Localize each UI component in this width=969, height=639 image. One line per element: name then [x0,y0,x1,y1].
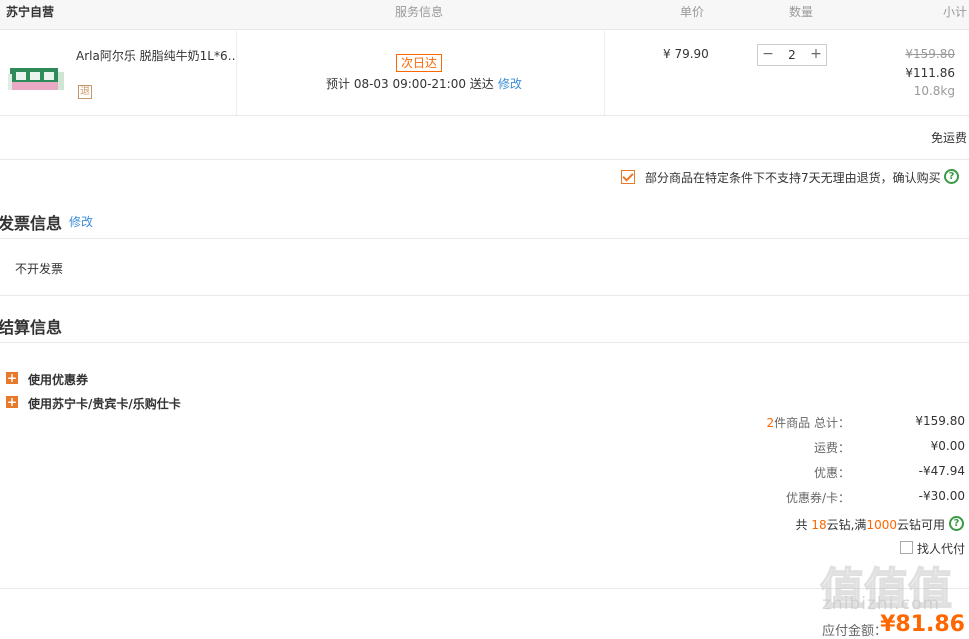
col-subtotal-header: 小计 [943,5,968,19]
shipping-row: 免运费 [0,116,969,160]
settlement-section-title: 结算信息 [0,318,63,337]
discount-value: -¥47.94 [918,464,965,478]
summary-shipping-row: 运费： ¥0.00 [665,439,965,457]
original-subtotal: ¥159.80 [905,47,955,61]
qty-plus-button[interactable]: + [806,45,826,65]
cloud-diamond-info: 共 18云钻,满1000云钻可用 [796,516,946,533]
product-name[interactable]: Arla阿尔乐 脱脂纯牛奶1L*6… [76,47,236,64]
qty-minus-button[interactable]: − [758,45,778,65]
shipping-fee-label: 运费： [813,441,850,455]
diamond-suffix: 云钻可用 [896,518,945,532]
product-row: Arla阿尔乐 脱脂纯牛奶1L*6… 退 次日达 预计 08-03 09:00-… [0,30,969,116]
unit-price: ¥ 79.90 [663,47,709,61]
column-divider [604,30,605,115]
invoice-value: 不开发票 [15,262,64,276]
divider [0,238,969,239]
delivery-estimate: 预计 08-03 09:00-21:00 送达 修改 [326,75,522,92]
col-service-header: 服务信息 [395,5,444,19]
summary-total-row: 2件商品 总计： ¥159.80 [665,414,965,432]
delivery-edit-link[interactable]: 修改 [498,77,522,91]
free-shipping-label: 免运费 [930,131,967,145]
shipping-fee-value: ¥0.00 [930,439,965,453]
divider [0,342,969,343]
watermark-text: zhibizhi.com [822,594,941,614]
col-qty-header: 数量 [789,5,814,19]
use-coupon-label[interactable]: 使用优惠券 [28,371,88,388]
expand-plus-icon[interactable]: + [6,396,18,408]
use-card-label[interactable]: 使用苏宁卡/贵宾卡/乐购仕卡 [28,395,181,412]
confirm-text: 部分商品在特定条件下不支持7天无理由退货，确认购买 [645,171,941,185]
next-day-badge: 次日达 [396,54,443,72]
column-divider [236,30,237,115]
product-thumbnail[interactable] [8,64,66,94]
diamond-mid: 云钻,满 [826,518,867,532]
delivery-text: 预计 08-03 09:00-21:00 送达 [326,77,494,91]
sale-subtotal: ¥111.86 [905,66,955,80]
discount-label: 优惠： [813,466,850,480]
product-weight: 10.8kg [913,84,955,98]
coupon-value: -¥30.00 [918,489,965,503]
diamond-threshold: 1000 [866,518,897,532]
col-price-header: 单价 [680,5,705,19]
quantity-stepper: − 2 + [757,44,827,66]
item-count-label: 2件商品 总计： [767,414,850,431]
item-count-suffix: 件商品 总计： [774,416,850,430]
invoice-edit-link[interactable]: 修改 [69,213,93,230]
store-name[interactable]: 苏宁自营 [6,3,54,20]
pay-for-label[interactable]: 找人代付 [917,540,965,557]
total-value: ¥159.80 [915,414,965,428]
summary-discount-row: 优惠： -¥47.94 [665,464,965,482]
divider [0,295,969,296]
invoice-section-title: 发票信息 [0,214,63,233]
pay-for-checkbox[interactable] [900,541,913,554]
expand-plus-icon[interactable]: + [6,372,18,384]
summary-coupon-row: 优惠券/卡： -¥30.00 [665,489,965,507]
confirm-checkbox[interactable] [621,170,635,184]
help-icon[interactable]: ? [944,169,959,184]
diamond-prefix: 共 [795,518,812,532]
diamond-count: 18 [811,518,827,532]
help-icon[interactable]: ? [949,516,964,531]
return-badge: 退 [78,85,92,99]
confirm-row: 部分商品在特定条件下不支持7天无理由退货，确认购买 ? [0,160,969,200]
coupon-label: 优惠券/卡： [785,491,850,505]
cart-header: 苏宁自营 服务信息 单价 数量 小计 [0,0,969,30]
qty-input[interactable]: 2 [778,45,806,65]
